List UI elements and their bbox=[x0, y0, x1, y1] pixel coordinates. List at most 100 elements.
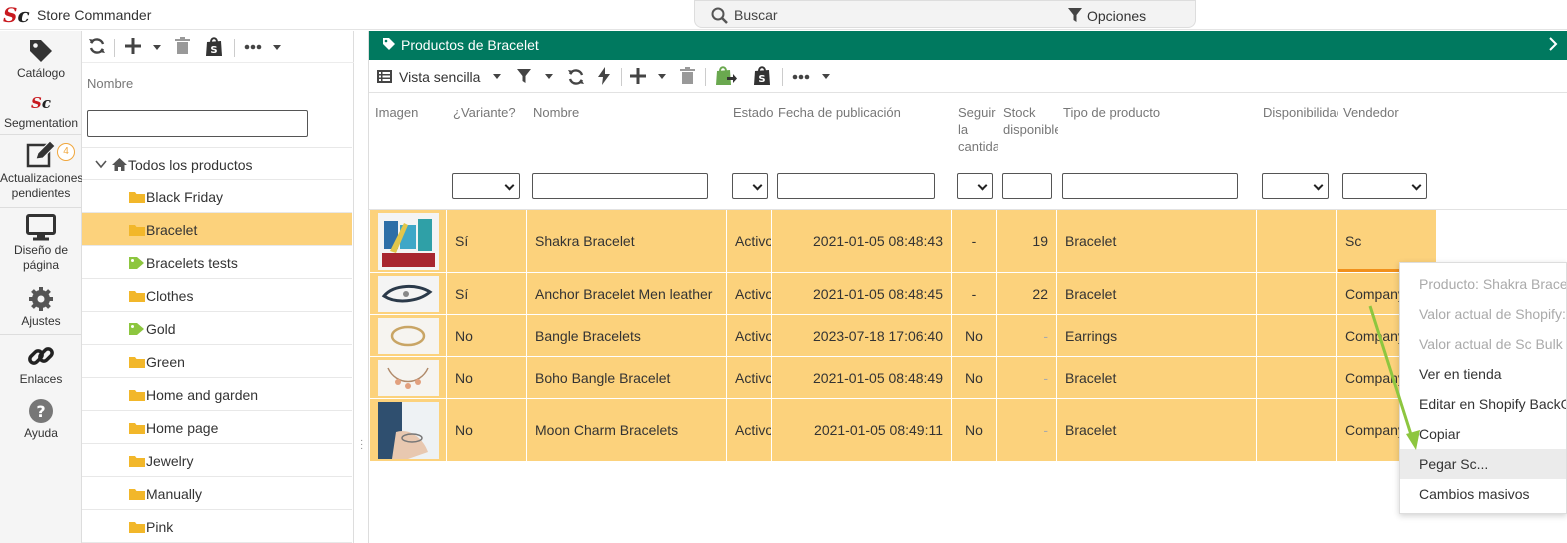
availability-cell[interactable] bbox=[1257, 273, 1337, 315]
name-cell[interactable]: Boho Bangle Bracelet bbox=[527, 357, 727, 399]
context-item-mass-changes[interactable]: Cambios masivos bbox=[1400, 479, 1566, 509]
filter-vendor-select[interactable] bbox=[1342, 173, 1427, 199]
variant-cell[interactable]: Sí bbox=[447, 273, 527, 315]
col-header-stock[interactable]: Stock disponible bbox=[1003, 104, 1058, 138]
filter-track-select[interactable] bbox=[957, 173, 993, 199]
nav-page-design[interactable]: Diseño de página bbox=[0, 214, 82, 273]
view-mode-selector[interactable]: Vista sencilla bbox=[399, 69, 480, 85]
date-cell[interactable]: 2021-01-05 08:48:43 bbox=[772, 210, 952, 273]
track-cell[interactable]: - bbox=[952, 210, 997, 273]
splitter-grip[interactable]: · · · bbox=[360, 436, 363, 454]
more-icon[interactable] bbox=[244, 44, 262, 50]
variant-cell[interactable]: No bbox=[447, 399, 527, 462]
search-bar[interactable]: Buscar Opciones bbox=[694, 0, 1196, 28]
name-cell[interactable]: Moon Charm Bracelets bbox=[527, 399, 727, 462]
name-cell[interactable]: Shakra Bracelet bbox=[527, 210, 727, 273]
nav-segmentation[interactable]: Sc Segmentation bbox=[0, 96, 82, 131]
col-header-product-type[interactable]: Tipo de producto bbox=[1063, 104, 1258, 121]
col-header-availability[interactable]: Disponibilidad bbox=[1263, 104, 1338, 121]
add-dropdown-caret[interactable] bbox=[153, 45, 161, 50]
filter-name-input[interactable] bbox=[532, 173, 708, 199]
table-row[interactable]: Sí Shakra Bracelet Activo 2021-01-05 08:… bbox=[370, 210, 1437, 273]
availability-cell[interactable] bbox=[1257, 357, 1337, 399]
table-row[interactable]: No Boho Bangle Bracelet Activo 2021-01-0… bbox=[370, 357, 1437, 399]
category-filter-input[interactable] bbox=[87, 110, 308, 137]
lightning-icon[interactable] bbox=[598, 67, 610, 85]
tree-item-gold[interactable]: Gold bbox=[82, 312, 352, 345]
search-input[interactable]: Buscar bbox=[734, 7, 778, 23]
date-cell[interactable]: 2021-01-05 08:49:11 bbox=[772, 399, 952, 462]
tree-root-all-products[interactable]: Todos los productos bbox=[82, 147, 352, 180]
add-dropdown-caret[interactable] bbox=[658, 74, 666, 79]
date-cell[interactable]: 2023-07-18 17:06:40 bbox=[772, 315, 952, 357]
nav-help[interactable]: ? Ayuda bbox=[0, 398, 82, 441]
col-header-variant[interactable]: ¿Variante? bbox=[453, 104, 525, 121]
stock-cell[interactable]: - bbox=[997, 399, 1057, 462]
table-row[interactable]: Sí Anchor Bracelet Men leather Activo 20… bbox=[370, 273, 1437, 315]
track-cell[interactable]: No bbox=[952, 399, 997, 462]
add-icon[interactable] bbox=[630, 68, 646, 84]
availability-cell[interactable] bbox=[1257, 399, 1337, 462]
app-logo[interactable]: Sc bbox=[3, 3, 30, 27]
table-row[interactable]: No Moon Charm Bracelets Activo 2021-01-0… bbox=[370, 399, 1437, 462]
type-cell[interactable]: Bracelet bbox=[1057, 210, 1257, 273]
col-header-publish-date[interactable]: Fecha de publicación bbox=[778, 104, 950, 121]
variant-cell[interactable]: No bbox=[447, 315, 527, 357]
variant-cell[interactable]: No bbox=[447, 357, 527, 399]
nav-catalog[interactable]: Catálogo bbox=[0, 38, 82, 81]
stock-cell[interactable]: - bbox=[997, 357, 1057, 399]
tree-item-home-and-garden[interactable]: Home and garden bbox=[82, 378, 352, 411]
status-cell[interactable]: Activo bbox=[727, 399, 772, 462]
filter-stock-input[interactable] bbox=[1002, 173, 1052, 199]
shopify-icon[interactable]: S bbox=[753, 66, 771, 86]
filter-date-input[interactable] bbox=[777, 173, 935, 199]
tree-item-green[interactable]: Green bbox=[82, 345, 352, 378]
type-cell[interactable]: Bracelet bbox=[1057, 399, 1257, 462]
track-cell[interactable]: - bbox=[952, 273, 997, 315]
options-button[interactable]: Opciones bbox=[1087, 8, 1146, 24]
chevron-down-icon[interactable] bbox=[95, 159, 107, 169]
tree-item-manually[interactable]: Manually bbox=[82, 477, 352, 510]
shopify-export-icon[interactable] bbox=[715, 66, 737, 86]
more-dropdown-caret[interactable] bbox=[273, 45, 281, 50]
more-icon[interactable] bbox=[792, 74, 810, 80]
panel-splitter[interactable]: · · · bbox=[354, 31, 368, 543]
status-cell[interactable]: Activo bbox=[727, 273, 772, 315]
tree-item-jewelry[interactable]: Jewelry bbox=[82, 444, 352, 477]
tree-item-black-friday[interactable]: Black Friday bbox=[82, 180, 352, 213]
add-icon[interactable] bbox=[125, 37, 141, 55]
refresh-icon[interactable] bbox=[567, 68, 585, 86]
col-header-image[interactable]: Imagen bbox=[375, 104, 445, 121]
availability-cell[interactable] bbox=[1257, 210, 1337, 273]
table-row[interactable]: No Bangle Bracelets Activo 2023-07-18 17… bbox=[370, 315, 1437, 357]
col-header-track-qty[interactable]: Seguir la cantidad bbox=[958, 104, 998, 155]
col-header-status[interactable]: Estado bbox=[733, 104, 773, 121]
track-cell[interactable]: No bbox=[952, 357, 997, 399]
tree-item-pink[interactable]: Pink bbox=[82, 510, 352, 543]
stock-cell[interactable]: 22 bbox=[997, 273, 1057, 315]
filter-dropdown-caret[interactable] bbox=[545, 74, 553, 79]
nav-settings[interactable]: Ajustes bbox=[0, 286, 82, 329]
col-header-vendor[interactable]: Vendedor bbox=[1343, 104, 1433, 121]
stock-cell[interactable]: 19 bbox=[997, 210, 1057, 273]
filter-type-input[interactable] bbox=[1062, 173, 1238, 199]
tree-item-clothes[interactable]: Clothes bbox=[82, 279, 352, 312]
name-cell[interactable]: Anchor Bracelet Men leather bbox=[527, 273, 727, 315]
view-dropdown-caret[interactable] bbox=[493, 74, 501, 79]
tree-item-bracelets-tests[interactable]: Bracelets tests bbox=[82, 246, 352, 279]
availability-cell[interactable] bbox=[1257, 315, 1337, 357]
type-cell[interactable]: Bracelet bbox=[1057, 273, 1257, 315]
chevron-right-icon[interactable] bbox=[1547, 36, 1559, 52]
filter-variant-select[interactable] bbox=[452, 173, 520, 199]
stock-cell[interactable]: - bbox=[997, 315, 1057, 357]
tree-item-bracelet[interactable]: Bracelet bbox=[82, 213, 352, 246]
trash-icon[interactable] bbox=[175, 37, 190, 55]
name-cell[interactable]: Bangle Bracelets bbox=[527, 315, 727, 357]
trash-icon[interactable] bbox=[680, 67, 695, 85]
tree-item-home-page[interactable]: Home page bbox=[82, 411, 352, 444]
shopify-icon[interactable]: S bbox=[205, 37, 223, 57]
category-column-header[interactable]: Nombre bbox=[87, 76, 133, 91]
col-header-name[interactable]: Nombre bbox=[533, 104, 723, 121]
status-cell[interactable]: Activo bbox=[727, 315, 772, 357]
type-cell[interactable]: Bracelet bbox=[1057, 357, 1257, 399]
